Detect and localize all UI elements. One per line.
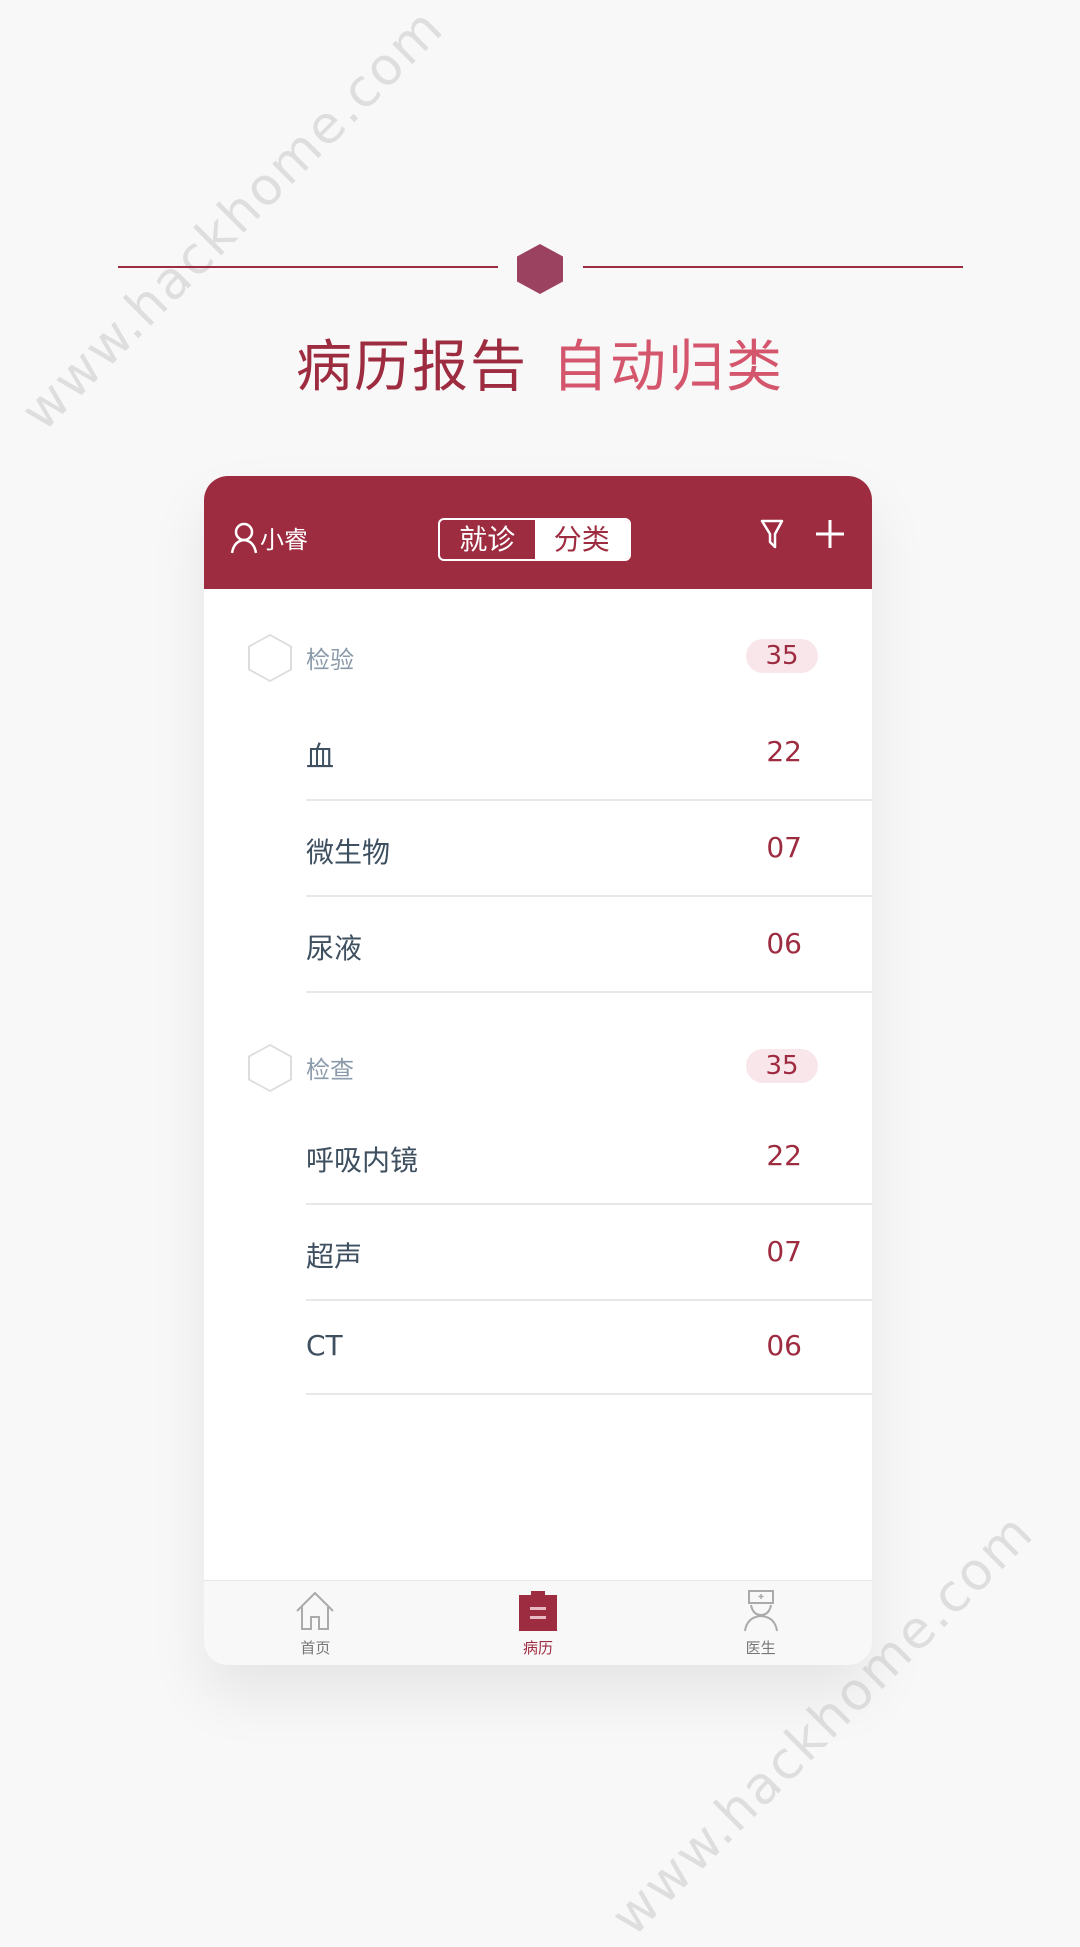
list-item[interactable]: 超声 07: [306, 1205, 872, 1301]
item-count: 07: [766, 831, 802, 864]
user-switch[interactable]: 小睿: [230, 520, 308, 555]
item-name: 呼吸内镜: [306, 1144, 419, 1177]
lungs-icon: [248, 634, 292, 682]
user-name: 小睿: [260, 526, 308, 554]
tab-bar: 首页 病历 医生: [204, 1580, 872, 1665]
clipboard-icon: [519, 1591, 557, 1631]
item-name: CT: [306, 1329, 343, 1362]
tab-label: 首页: [300, 1639, 331, 1657]
item-name: 血: [306, 740, 335, 773]
tab-label: 病历: [523, 1639, 554, 1657]
app-header: 小睿 就诊 分类: [204, 476, 872, 589]
section-header-tests[interactable]: 检验 35: [204, 626, 872, 686]
section-header-exams[interactable]: 检查 35: [204, 1036, 872, 1096]
plus-icon[interactable]: [814, 518, 846, 550]
count-badge: 35: [746, 1049, 818, 1083]
count-badge: 35: [746, 639, 818, 673]
item-count: 22: [766, 1139, 802, 1172]
headline-part2: 自动归类: [552, 335, 784, 400]
item-name: 尿液: [306, 932, 363, 965]
section-label: 检查: [306, 1056, 354, 1084]
headline-part1: 病历报告: [296, 335, 528, 400]
item-name: 超声: [306, 1240, 363, 1273]
item-count: 06: [766, 1329, 802, 1362]
filter-icon[interactable]: [760, 518, 784, 550]
user-icon: [230, 522, 258, 553]
home-icon: [296, 1591, 335, 1630]
list-item[interactable]: CT 06: [306, 1299, 872, 1395]
hexagon-ornament: [517, 244, 563, 294]
segment-visits[interactable]: 就诊: [440, 520, 535, 559]
tab-records[interactable]: 病历: [427, 1581, 650, 1665]
tab-label: 医生: [745, 1639, 776, 1657]
tab-home[interactable]: 首页: [204, 1581, 427, 1665]
lungs-icon: [248, 1044, 292, 1092]
list-item[interactable]: 尿液 06: [306, 897, 872, 993]
headline: 病历报告 自动归类: [0, 322, 1080, 403]
item-name: 微生物: [306, 836, 391, 869]
list-item[interactable]: 血 22: [306, 705, 872, 801]
divider-left: [118, 266, 498, 268]
phone-card: 小睿 就诊 分类 检验 35 血 22 微生物 07 尿液 06 检查 35 呼吸内镜…: [204, 476, 872, 1665]
item-count: 22: [766, 735, 802, 768]
item-count: 07: [766, 1235, 802, 1268]
tab-doctor[interactable]: 医生: [649, 1581, 872, 1665]
view-segmented-control: 就诊 分类: [438, 518, 631, 561]
section-label: 检验: [306, 646, 354, 674]
segment-categories[interactable]: 分类: [534, 520, 629, 559]
divider-right: [583, 266, 963, 268]
list-item[interactable]: 微生物 07: [306, 801, 872, 897]
list-item[interactable]: 呼吸内镜 22: [306, 1109, 872, 1205]
item-count: 06: [766, 927, 802, 960]
doctor-icon: [743, 1590, 778, 1632]
